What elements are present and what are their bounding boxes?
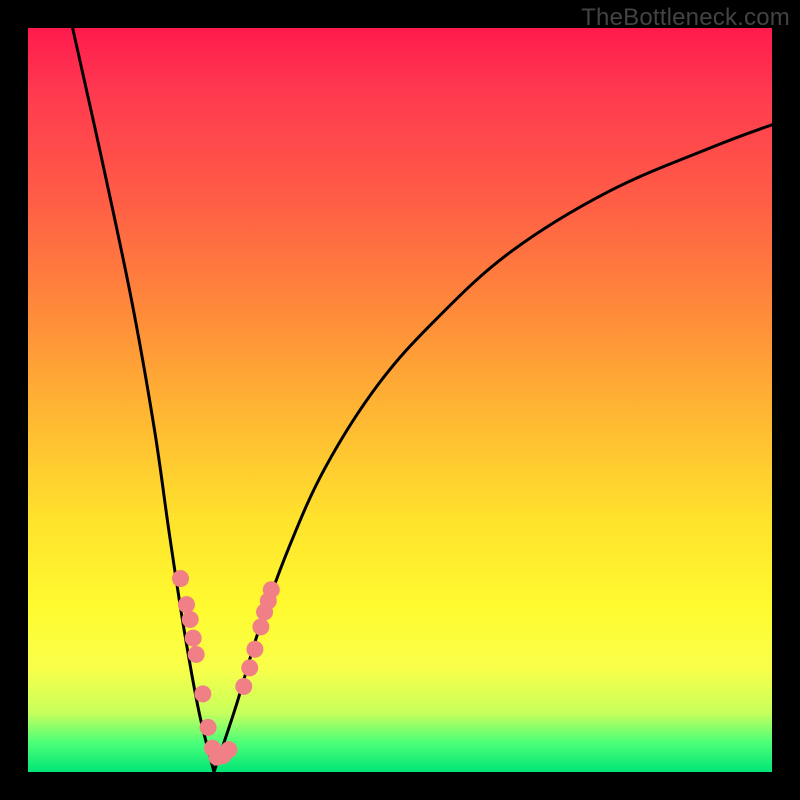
plot-area	[28, 28, 772, 772]
data-marker	[185, 630, 202, 647]
data-marker	[178, 596, 195, 613]
curve-layer	[73, 28, 772, 772]
chart-frame: TheBottleneck.com	[0, 0, 800, 800]
data-marker	[263, 581, 280, 598]
data-marker	[246, 641, 263, 658]
data-marker	[188, 646, 205, 663]
right-curve	[214, 125, 772, 772]
data-marker	[252, 618, 269, 635]
data-marker	[235, 678, 252, 695]
watermark-text: TheBottleneck.com	[581, 4, 790, 32]
data-marker	[200, 719, 217, 736]
data-marker	[172, 570, 189, 587]
data-marker	[194, 685, 211, 702]
data-marker	[241, 659, 258, 676]
data-marker	[182, 611, 199, 628]
data-marker	[220, 741, 237, 758]
chart-svg	[28, 28, 772, 772]
